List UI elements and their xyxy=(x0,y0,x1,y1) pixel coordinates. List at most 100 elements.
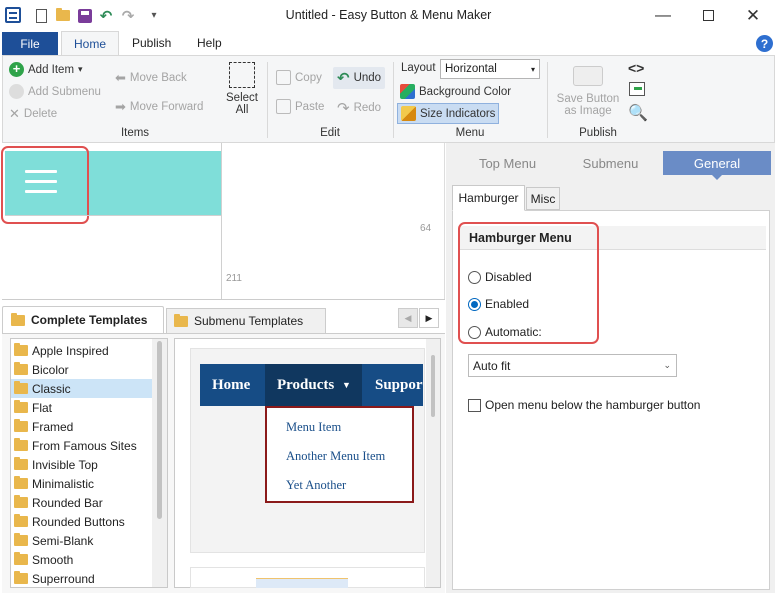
tab-submenu[interactable]: Submenu xyxy=(563,151,658,175)
template-list-item[interactable]: Semi-Blank xyxy=(11,531,167,550)
copy-button[interactable]: Copy xyxy=(276,70,322,85)
preview-submenu-item: Menu Item xyxy=(286,420,342,434)
size-indicators-button[interactable]: Size Indicators xyxy=(397,103,500,124)
template-list-item-label: Smooth xyxy=(32,552,74,567)
ribbon-separator xyxy=(393,62,394,138)
background-color-button[interactable]: Background Color xyxy=(400,84,511,99)
group-publish-label: Publish xyxy=(579,127,617,139)
open-below-checkbox[interactable] xyxy=(468,398,481,412)
paste-icon xyxy=(276,99,291,114)
export-icon[interactable] xyxy=(629,82,645,96)
template-list-item[interactable]: Smooth xyxy=(11,550,167,569)
code-icon[interactable]: <> xyxy=(628,60,644,76)
template-list-item-label: Framed xyxy=(32,419,74,434)
template-list-item[interactable]: Rounded Bar xyxy=(11,493,167,512)
tab-home[interactable]: Home xyxy=(61,31,119,56)
size-indicator-line xyxy=(5,215,221,216)
arrow-right-icon: ➡ xyxy=(115,99,126,114)
add-submenu-button[interactable]: Add Submenu xyxy=(9,84,101,99)
folder-icon xyxy=(14,552,28,565)
template-list-item-label: Rounded Bar xyxy=(32,495,103,510)
template-list-item[interactable]: Superround xyxy=(11,569,167,587)
folder-icon xyxy=(14,438,28,451)
move-forward-button[interactable]: ➡ Move Forward xyxy=(115,99,203,115)
template-list-item[interactable]: From Famous Sites xyxy=(11,436,167,455)
chevron-down-icon: ▾ xyxy=(78,64,83,74)
template-list-item-label: Apple Inspired xyxy=(32,343,109,358)
move-back-button[interactable]: ⬅ Move Back xyxy=(115,70,187,86)
tab-publish[interactable]: Publish xyxy=(132,36,171,50)
group-items-label: Items xyxy=(120,127,150,139)
layout-select[interactable]: Horizontal ▾ xyxy=(440,59,540,79)
template-list-item[interactable]: Framed xyxy=(11,417,167,436)
maximize-icon[interactable] xyxy=(685,0,731,31)
select-all-button[interactable]: Select All xyxy=(224,62,260,124)
ribbon-separator xyxy=(267,62,268,138)
group-edit-label: Edit xyxy=(320,127,340,139)
preview-menu-item: Home xyxy=(212,376,251,393)
file-tab[interactable]: File xyxy=(2,32,58,55)
scrollbar-thumb[interactable] xyxy=(157,341,162,519)
folder-icon xyxy=(14,533,28,546)
width-indicator: 64 xyxy=(420,223,432,234)
delete-button[interactable]: ✕ Delete xyxy=(9,106,57,122)
add-item-button[interactable]: + Add Item ▾ xyxy=(9,62,83,77)
chevron-down-icon: ⌄ xyxy=(663,360,671,370)
height-indicator: 211 xyxy=(226,273,242,284)
preview-card[interactable] xyxy=(190,567,425,588)
template-list-item-label: Rounded Buttons xyxy=(32,514,125,529)
open-below-option[interactable]: Open menu below the hamburger button xyxy=(468,398,700,412)
template-list-item-label: Classic xyxy=(32,381,71,396)
template-list-item-label: Minimalistic xyxy=(32,476,95,491)
template-list-item[interactable]: Apple Inspired xyxy=(11,341,167,360)
tab-help[interactable]: Help xyxy=(197,36,222,50)
minimize-icon[interactable]: — xyxy=(640,0,686,31)
splitter[interactable] xyxy=(2,299,445,300)
template-list-item[interactable]: Rounded Buttons xyxy=(11,512,167,531)
auto-fit-select[interactable]: Auto fit ⌄ xyxy=(468,354,677,377)
chevron-down-icon: ▾ xyxy=(530,64,535,74)
search-icon[interactable]: 🔍 xyxy=(628,103,648,123)
undo-button[interactable]: ↶ Undo xyxy=(333,67,386,89)
template-list[interactable]: Apple Inspired Bicolor Classic Flat Framed Fr… xyxy=(10,338,168,588)
delete-icon: ✕ xyxy=(9,106,20,121)
save-button-as-image-button[interactable]: Save Button as Image xyxy=(553,66,623,117)
tab-scroll-left-icon[interactable]: ◀ xyxy=(398,308,418,328)
preview-menu-item: Suppor xyxy=(375,376,423,393)
tab-top-menu[interactable]: Top Menu xyxy=(460,151,555,175)
arrow-left-icon: ⬅ xyxy=(115,70,126,85)
tab-general[interactable]: General xyxy=(663,151,771,175)
template-list-scrollbar[interactable] xyxy=(152,339,167,587)
plus-icon: + xyxy=(9,62,24,77)
subtab-misc[interactable]: Misc xyxy=(526,187,560,210)
folder-icon xyxy=(11,312,25,326)
template-list-item[interactable]: Flat xyxy=(11,398,167,417)
highlight-box xyxy=(458,222,599,344)
folder-icon xyxy=(14,571,28,584)
ruler-icon xyxy=(401,106,416,121)
template-list-item[interactable]: Minimalistic xyxy=(11,474,167,493)
template-list-item-label: From Famous Sites xyxy=(32,438,137,453)
preview-submenu-item: Yet Another xyxy=(286,478,347,492)
tab-submenu-templates[interactable]: Submenu Templates xyxy=(166,308,326,333)
group-menu-label: Menu xyxy=(455,127,485,139)
help-icon[interactable]: ? xyxy=(756,35,773,52)
close-icon[interactable]: ✕ xyxy=(730,0,776,31)
color-palette-icon xyxy=(400,84,415,99)
dropdown-arrow-icon: ▼ xyxy=(342,380,351,390)
template-list-item[interactable]: Classic xyxy=(11,379,167,398)
redo-button[interactable]: ↷ Redo xyxy=(337,99,381,117)
highlight-box xyxy=(1,146,89,224)
add-submenu-icon xyxy=(9,84,24,99)
scrollbar-thumb[interactable] xyxy=(431,355,435,417)
template-list-item[interactable]: Bicolor xyxy=(11,360,167,379)
template-list-item[interactable]: Invisible Top xyxy=(11,455,167,474)
folder-icon xyxy=(14,476,28,489)
tab-scroll-right-icon[interactable]: ▶ xyxy=(419,308,439,328)
subtab-hamburger[interactable]: Hamburger xyxy=(452,185,525,211)
folder-icon xyxy=(14,362,28,375)
tab-complete-templates[interactable]: Complete Templates xyxy=(2,306,164,333)
paste-button[interactable]: Paste xyxy=(276,99,324,114)
preview-menu-item: Products xyxy=(277,376,335,393)
preview-scrollbar[interactable] xyxy=(426,339,440,587)
